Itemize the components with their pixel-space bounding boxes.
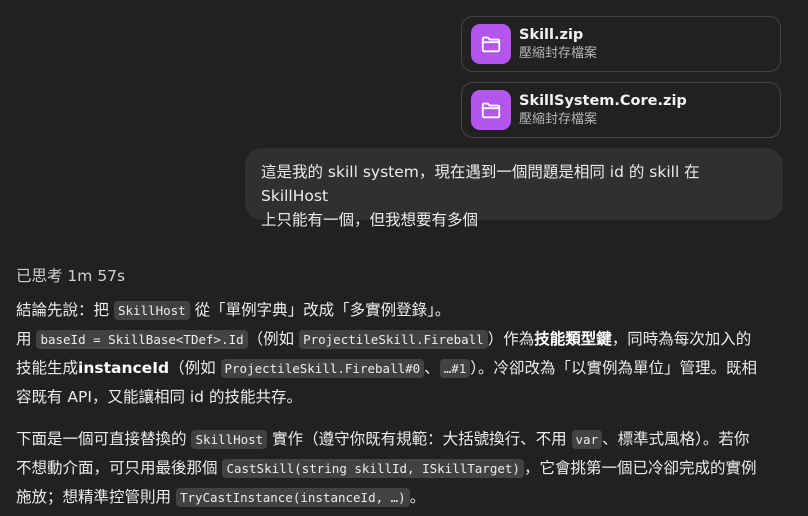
text-span: 從「單例字典」改成「多實例登錄」。 xyxy=(189,301,451,319)
text-span: 用 xyxy=(16,330,37,348)
attachment-file-name: Skill.zip xyxy=(519,26,584,43)
file-icon-tile xyxy=(471,24,511,64)
text-span: （例如 xyxy=(169,359,221,377)
text-span: ，同時為每次加入的 xyxy=(611,330,752,348)
text-span: ，它會挑第一個已冷卻完成的實例 xyxy=(523,459,757,477)
attachment-file-type: 壓縮封存檔案 xyxy=(519,111,598,127)
inline-code: ProjectileSkill.Fireball#0 xyxy=(220,359,425,378)
user-message-bubble: 這是我的 skill system，現在遇到一個問題是相同 id 的 skill… xyxy=(245,148,783,229)
inline-code: CastSkill(string skillId, ISkillTarget) xyxy=(222,459,524,478)
inline-code: SkillHost xyxy=(113,301,190,320)
answer-paragraph-2: 下面是一個可直接替換的 SkillHost 實作（遵守你既有規範：大括號換行、不… xyxy=(16,425,791,512)
inline-code: SkillHost xyxy=(191,430,268,449)
bold-text: 技能類型鍵 xyxy=(534,330,612,348)
assistant-message: 結論先說：把 SkillHost 從「單例字典」改成「多實例登錄」。 用 bas… xyxy=(16,296,791,512)
text-span: 技能生成 xyxy=(16,359,79,377)
text-span: ）。冷卻改為「以實例為單位」管理。既相 xyxy=(470,359,758,377)
attachment-meta: Skill.zip 壓縮封存檔案 xyxy=(519,26,597,63)
attachment-card-skillsystem-core-zip[interactable]: SkillSystem.Core.zip 壓縮封存檔案 xyxy=(461,82,781,138)
answer-paragraph-1: 結論先說：把 SkillHost 從「單例字典」改成「多實例登錄」。 用 bas… xyxy=(16,296,791,411)
user-message-line: 上只能有一個，但我想要有多個 xyxy=(261,211,479,229)
thought-duration-toggle[interactable]: 已思考 1m 57s xyxy=(16,265,125,287)
chat-thread: Skill.zip 壓縮封存檔案 SkillSystem.Core.zip 壓縮… xyxy=(0,0,808,516)
text-span: （例如 xyxy=(247,330,300,348)
bold-text: instanceId xyxy=(78,359,170,377)
attachment-meta: SkillSystem.Core.zip 壓縮封存檔案 xyxy=(519,92,687,129)
text-span: 不想動介面，可只用最後那個 xyxy=(16,459,223,477)
text-span: 。 xyxy=(409,488,426,506)
inline-code: var xyxy=(571,430,603,449)
text-span: 結論先說：把 xyxy=(16,301,114,319)
inline-code: …#1 xyxy=(439,359,471,378)
inline-code: ProjectileSkill.Fireball xyxy=(299,330,488,349)
attachment-file-name: SkillSystem.Core.zip xyxy=(519,92,687,109)
folder-icon xyxy=(481,36,501,53)
text-span: 施放；想精準控管則用 xyxy=(16,488,176,506)
attachment-card-skill-zip[interactable]: Skill.zip 壓縮封存檔案 xyxy=(461,16,781,72)
text-span: ）作為 xyxy=(487,330,535,348)
text-span: 容既有 API，又能讓相同 id 的技能共存。 xyxy=(16,388,302,406)
text-span: 、 xyxy=(424,359,440,377)
attachment-file-type: 壓縮封存檔案 xyxy=(519,45,598,61)
text-span: 下面是一個可直接替換的 xyxy=(16,430,192,448)
user-message-line: 這是我的 skill system，現在遇到一個問題是相同 id 的 skill… xyxy=(261,163,700,205)
inline-code: baseId = SkillBase<TDef>.Id xyxy=(36,330,248,349)
text-span: 實作（遵守你既有規範：大括號換行、不用 xyxy=(267,430,572,448)
folder-icon xyxy=(481,102,501,119)
inline-code: TryCastInstance(instanceId, …) xyxy=(175,488,410,507)
text-span: 、標準式風格）。若你 xyxy=(602,430,750,448)
file-icon-tile xyxy=(471,90,511,130)
